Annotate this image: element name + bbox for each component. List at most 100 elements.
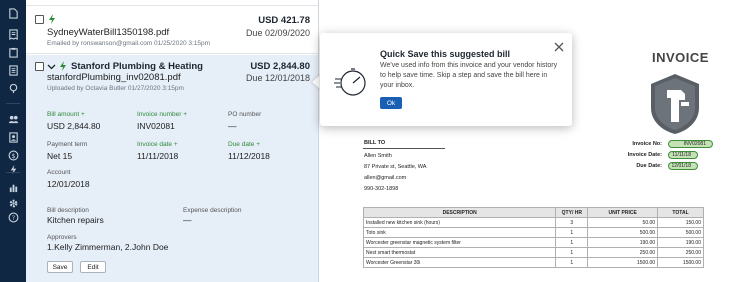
table-cell: Worcester Greenstar 30i — [362, 257, 557, 268]
account-value[interactable]: 12/01/2018 — [47, 179, 90, 189]
payment-term-value[interactable]: Net 15 — [47, 151, 72, 161]
invoice-number-value[interactable]: INV02081 — [137, 121, 175, 131]
close-icon[interactable] — [554, 42, 564, 52]
column-header: QTY/ HR — [555, 207, 589, 218]
bill-select-checkbox[interactable] — [35, 15, 44, 24]
bill-amount: USD 421.78 — [258, 15, 310, 26]
bill-to-label: BILL TO — [364, 140, 386, 146]
table-cell: 150.00 — [657, 217, 704, 228]
table-cell: 250.00 — [587, 247, 659, 258]
dollar-icon[interactable]: $ — [7, 149, 19, 161]
invoice-title: INVOICE — [652, 50, 709, 65]
bill-vendor-name: Stanford Plumbing & Heating — [71, 61, 203, 72]
bill-file-name[interactable]: stanfordPlumbing_inv02081.pdf — [47, 72, 181, 83]
invoice-date-label: Invoice Date: — [627, 152, 662, 158]
table-cell: 1 — [555, 227, 589, 238]
popover-body: We've used info from this invoice and yo… — [380, 62, 558, 89]
chevron-down-icon[interactable] — [47, 62, 56, 71]
table-cell: 500.00 — [657, 227, 704, 238]
table-row: Installed new kitchen sink (hours) 3 50.… — [362, 217, 704, 228]
suggested-lightning-icon — [49, 14, 55, 24]
bill-amount: USD 2,844.80 — [250, 61, 310, 72]
bill-due-date: Due 12/01/2018 — [245, 73, 310, 83]
column-header: TOTAL — [657, 207, 704, 218]
invoice-no-label: Invoice No: — [632, 141, 662, 147]
bill-to-rule — [363, 148, 445, 149]
ok-button[interactable]: Ok — [380, 97, 402, 109]
suggested-lightning-icon — [60, 61, 66, 71]
column-header: UNIT PRICE — [587, 207, 659, 218]
bill-select-checkbox[interactable] — [35, 62, 44, 71]
po-number-value[interactable]: — — [228, 121, 237, 131]
stopwatch-icon — [334, 68, 366, 96]
table-cell: 50.00 — [587, 217, 659, 228]
invoice-date-value[interactable]: 11/11/18 — [668, 151, 698, 159]
bill-amount-value[interactable]: USD 2,844.80 — [47, 121, 100, 131]
due-date-value[interactable]: 12/01/18 — [668, 162, 698, 170]
svg-text:$: $ — [11, 151, 15, 159]
invoice-number-label: Invoice number + — [137, 111, 188, 118]
person-icon[interactable] — [7, 131, 19, 143]
receipt-icon[interactable] — [7, 28, 19, 40]
approvers-label: Approvers — [47, 234, 77, 241]
due-date-value[interactable]: 11/12/2018 — [228, 151, 270, 161]
table-row: Worcester Greenstar 30i 1 1500.00 1500.0… — [362, 257, 704, 268]
table-cell: 1500.00 — [587, 257, 659, 268]
plumber-logo-icon — [651, 74, 699, 134]
bill-inbox-panel: SydneyWaterBill1350198.pdf USD 421.78 Du… — [26, 0, 319, 282]
table-cell: 1 — [555, 257, 589, 268]
gear-icon[interactable] — [7, 197, 19, 209]
lightning-icon[interactable] — [7, 163, 19, 175]
bill-source-meta: Emailed by ronswanson@gmail.com 01/25/20… — [47, 40, 211, 47]
bill-list-item[interactable]: SydneyWaterBill1350198.pdf USD 421.78 Du… — [26, 7, 318, 54]
bar-chart-icon[interactable] — [7, 181, 19, 193]
invoice-date-value[interactable]: 11/11/2018 — [137, 151, 178, 161]
edit-button[interactable]: Edit — [80, 261, 106, 273]
table-row: Nest smart thermostat 1 250.00 250.00 — [362, 247, 704, 258]
table-cell: 190.00 — [657, 237, 704, 248]
table-cell: Nest smart thermostat — [362, 247, 557, 258]
invoice-date-label: Invoice date + — [137, 141, 178, 148]
previous-bill-edge — [26, 0, 318, 6]
bill-to-line: 990-302-1898 — [364, 186, 399, 192]
help-icon[interactable]: ? — [7, 211, 19, 223]
table-cell: 500.00 — [587, 227, 659, 238]
location-pin-icon[interactable] — [7, 82, 19, 94]
bill-description-value[interactable]: Kitchen repairs — [47, 215, 104, 225]
nav-rail: $ ? — [0, 0, 26, 282]
rail-divider — [6, 172, 20, 173]
svg-text:?: ? — [11, 213, 14, 221]
rail-divider — [6, 103, 20, 104]
list-icon[interactable] — [7, 64, 19, 76]
table-row: Toto sink 1 500.00 500.00 — [362, 227, 704, 238]
invoice-no-value[interactable]: INV02081 — [668, 140, 713, 148]
bill-due-date: Due 02/09/2020 — [245, 28, 310, 38]
bill-amount-label: Bill amount + — [47, 111, 85, 118]
table-cell: 250.00 — [657, 247, 704, 258]
expense-description-value[interactable]: — — [183, 215, 192, 225]
bill-source-meta: Uploaded by Octavia Butler 01/27/2020 3:… — [47, 85, 184, 92]
bill-to-line: 87 Private st, Seattle, WA — [364, 164, 427, 170]
table-cell: 190.00 — [587, 237, 659, 248]
table-cell: 3 — [555, 217, 589, 228]
table-header-row: DESCRIPTION QTY/ HR UNIT PRICE TOTAL — [362, 207, 704, 218]
bill-file-name[interactable]: SydneyWaterBill1350198.pdf — [47, 27, 169, 38]
bill-description-label: Bill description — [47, 207, 89, 214]
clipboard-icon[interactable] — [7, 46, 19, 58]
invoice-items-table: DESCRIPTION QTY/ HR UNIT PRICE TOTAL Ins… — [362, 207, 704, 268]
account-label: Account — [47, 169, 71, 176]
table-cell: Worcester greenstar magnetic system filt… — [362, 237, 557, 248]
users-icon[interactable] — [7, 113, 19, 125]
table-row: Worcester greenstar magnetic system filt… — [362, 237, 704, 248]
save-button[interactable]: Save — [47, 261, 73, 273]
bill-to-line: Allen Smith — [364, 153, 392, 159]
popover-title: Quick Save this suggested bill — [380, 49, 511, 59]
approvers-value[interactable]: 1.Kelly Zimmerman, 2.John Doe — [47, 242, 168, 252]
bill-to-line: allen@gmail.com — [364, 175, 407, 181]
payment-term-label: Payment term — [47, 141, 88, 148]
po-number-label: PO number — [228, 111, 262, 118]
table-cell: Toto sink — [362, 227, 557, 238]
document-icon[interactable] — [7, 7, 19, 19]
bill-list-item-selected[interactable]: Stanford Plumbing & Heating stanfordPlum… — [26, 55, 318, 282]
due-date-label: Due Date: — [636, 163, 662, 169]
